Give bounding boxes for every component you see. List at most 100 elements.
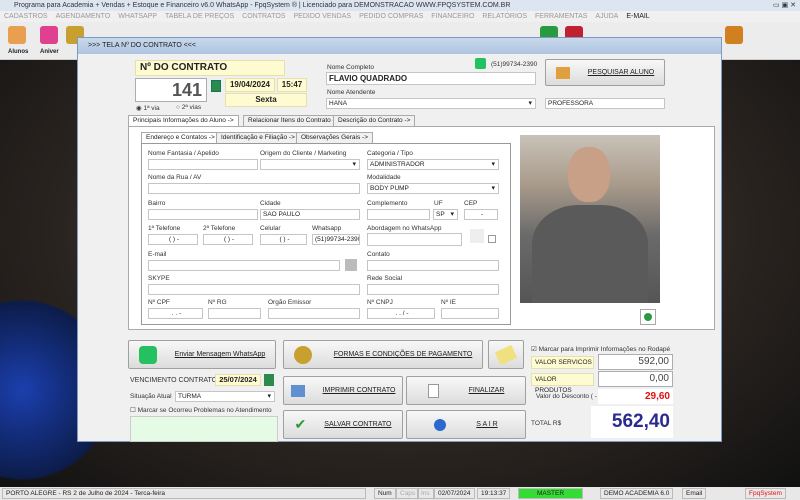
- apelido-label: Nome Fantasia / Apelido: [148, 150, 219, 157]
- cep-label: CEP: [464, 200, 478, 207]
- menu-ferramentas[interactable]: FERRAMENTAS: [535, 13, 587, 20]
- menu-pedido-compras[interactable]: PEDIDO COMPRAS: [359, 13, 423, 20]
- menu-tabela[interactable]: TABELA DE PREÇOS: [165, 13, 234, 20]
- bairro-field[interactable]: [148, 209, 258, 220]
- subtab-identificacao[interactable]: Identificação e Filiação ->: [216, 132, 300, 143]
- tab-descricao[interactable]: Descrição do Contrato ->: [333, 115, 416, 126]
- status-location: PORTO ALEGRE - RS 2 de Julho de 2024 - T…: [2, 488, 366, 499]
- situacao-select[interactable]: TURMA: [175, 391, 275, 402]
- student-photo: [520, 135, 660, 303]
- email-send-icon[interactable]: [345, 259, 357, 271]
- pesquisar-label: PESQUISAR ALUNO: [587, 69, 655, 76]
- tel2-field[interactable]: ( ) -: [203, 234, 253, 245]
- cidade-field[interactable]: SAO PAULO: [260, 209, 360, 220]
- rodape-checkbox[interactable]: ☑ Marcar para Imprimir Informações no Ro…: [531, 345, 670, 353]
- email-field[interactable]: [148, 260, 340, 271]
- skype-label: SKYPE: [148, 275, 170, 282]
- arrow-right-icon: [434, 418, 447, 431]
- nome-completo-field[interactable]: FLAVIO QUADRADO: [326, 72, 536, 85]
- complemento-field[interactable]: [367, 209, 430, 220]
- complemento-label: Complemento: [367, 200, 408, 207]
- imprimir-button[interactable]: IMPRIMIR CONTRATO: [283, 376, 403, 405]
- apelido-field[interactable]: [148, 159, 258, 170]
- cargo-field[interactable]: PROFESSORA: [545, 98, 665, 109]
- whatsapp-message-button[interactable]: Enviar Mensagem WhatsApp: [128, 340, 276, 369]
- sair-button[interactable]: S A I R: [406, 410, 526, 439]
- nome-completo-label: Nome Completo: [327, 64, 374, 71]
- finalizar-button[interactable]: FINALIZAR: [406, 376, 526, 405]
- calendar-icon[interactable]: [264, 374, 274, 386]
- status-num: Num: [374, 488, 396, 499]
- rua-field[interactable]: [148, 183, 360, 194]
- atendente-label: Nome Atendente: [327, 89, 376, 96]
- problemas-notes[interactable]: [130, 416, 278, 442]
- menu-ajuda[interactable]: AJUDA: [595, 13, 618, 20]
- orgao-label: Orgão Emissor: [268, 299, 312, 306]
- status-user: MASTER: [518, 488, 583, 499]
- imprimir-label: IMPRIMIR CONTRATO: [322, 387, 396, 394]
- cep-field[interactable]: -: [464, 209, 498, 220]
- abordagem-field[interactable]: [367, 233, 462, 246]
- cidade-label: Cidade: [260, 200, 281, 207]
- menu-agendamento[interactable]: AGENDAMENTO: [56, 13, 111, 20]
- menu-relatorios[interactable]: RELATÓRIOS: [482, 13, 527, 20]
- birthday-cake-icon[interactable]: [40, 26, 58, 44]
- status-ins: Ins: [417, 488, 434, 499]
- via1-radio[interactable]: ◉ 1ª via: [136, 104, 160, 112]
- aniver-label[interactable]: Aniver: [40, 49, 59, 55]
- menu-financeiro[interactable]: FINANCEIRO: [431, 13, 474, 20]
- tab-relacionar[interactable]: Relacionar Itens do Contrato ->: [243, 115, 344, 126]
- salvar-button[interactable]: ✔ SALVAR CONTRATO: [283, 410, 403, 439]
- sair-label: S A I R: [476, 421, 498, 428]
- menu-whatsapp[interactable]: WHATSAPP: [118, 13, 157, 20]
- uf-label: UF: [434, 200, 443, 207]
- abordagem-checkbox[interactable]: [488, 235, 496, 243]
- contato-field[interactable]: [367, 260, 499, 271]
- menu-email[interactable]: E-MAIL: [626, 13, 649, 20]
- subtab-endereco[interactable]: Endereço e Contatos ->: [141, 132, 220, 143]
- cnpj-label: Nº CNPJ: [367, 299, 393, 306]
- alunos-label[interactable]: Alunos: [8, 49, 28, 55]
- status-company: DEMO ACADEMIA 6.0: [600, 488, 674, 499]
- rede-social-field[interactable]: [367, 284, 499, 295]
- tab-principais[interactable]: Principais Informações do Aluno ->: [128, 115, 239, 126]
- contract-dialog: >>> TELA Nº DO CONTRATO <<< Nº DO CONTRA…: [77, 37, 722, 442]
- whatsapp-number: (51)99734-2390: [491, 61, 538, 68]
- pagamento-button[interactable]: FORMAS E CONDIÇÕES DE PAGAMENTO: [283, 340, 483, 369]
- whatsapp-icon[interactable]: [475, 58, 486, 69]
- menu-pedido-vendas[interactable]: PEDIDO VENDAS: [293, 13, 351, 20]
- cnpj-field[interactable]: . . / -: [367, 308, 435, 319]
- tel1-field[interactable]: ( ) -: [148, 234, 198, 245]
- window-controls[interactable]: ▭ ▣ ✕: [773, 0, 796, 11]
- origem-select[interactable]: [260, 159, 360, 170]
- contato-label: Contato: [367, 251, 390, 258]
- pesquisar-aluno-button[interactable]: PESQUISAR ALUNO: [545, 59, 665, 86]
- document-icon: [427, 383, 439, 398]
- window-title: Programa para Academia + Vendas + Estoqu…: [14, 2, 511, 9]
- receipt-button[interactable]: [488, 340, 524, 369]
- cpf-field[interactable]: . . -: [148, 308, 203, 319]
- modalidade-select[interactable]: BODY PUMP: [367, 183, 499, 194]
- calendar-icon[interactable]: [211, 80, 221, 92]
- menu-contratos[interactable]: CONTRATOS: [242, 13, 285, 20]
- uf-select[interactable]: SP: [433, 209, 458, 220]
- orgao-field[interactable]: [268, 308, 360, 319]
- vencimento-field[interactable]: 25/07/2024: [215, 374, 261, 386]
- whatsapp-field[interactable]: (51)99734-2390: [312, 234, 360, 245]
- exit-door-icon[interactable]: [725, 26, 743, 44]
- abordagem-label: Abordagem no WhatsApp: [367, 225, 442, 232]
- menu-cadastros[interactable]: CADASTROS: [4, 13, 48, 20]
- atendente-select[interactable]: HANA: [326, 98, 536, 109]
- problemas-checkbox[interactable]: ☐ Marcar se Ocorreu Problemas no Atendim…: [130, 406, 272, 414]
- categoria-select[interactable]: ADMINISTRADOR: [367, 159, 499, 170]
- photo-button[interactable]: [640, 309, 656, 325]
- subtab-observacoes[interactable]: Observações Gerais ->: [296, 132, 374, 143]
- skype-field[interactable]: [148, 284, 360, 295]
- via2-radio[interactable]: ○ 2ª vias: [176, 104, 201, 111]
- ie-field[interactable]: [441, 308, 499, 319]
- rg-field[interactable]: [208, 308, 261, 319]
- status-email[interactable]: Email: [682, 488, 707, 499]
- alunos-icon[interactable]: [8, 26, 26, 44]
- celular-field[interactable]: ( ) -: [260, 234, 307, 245]
- abordagem-button[interactable]: [470, 229, 484, 243]
